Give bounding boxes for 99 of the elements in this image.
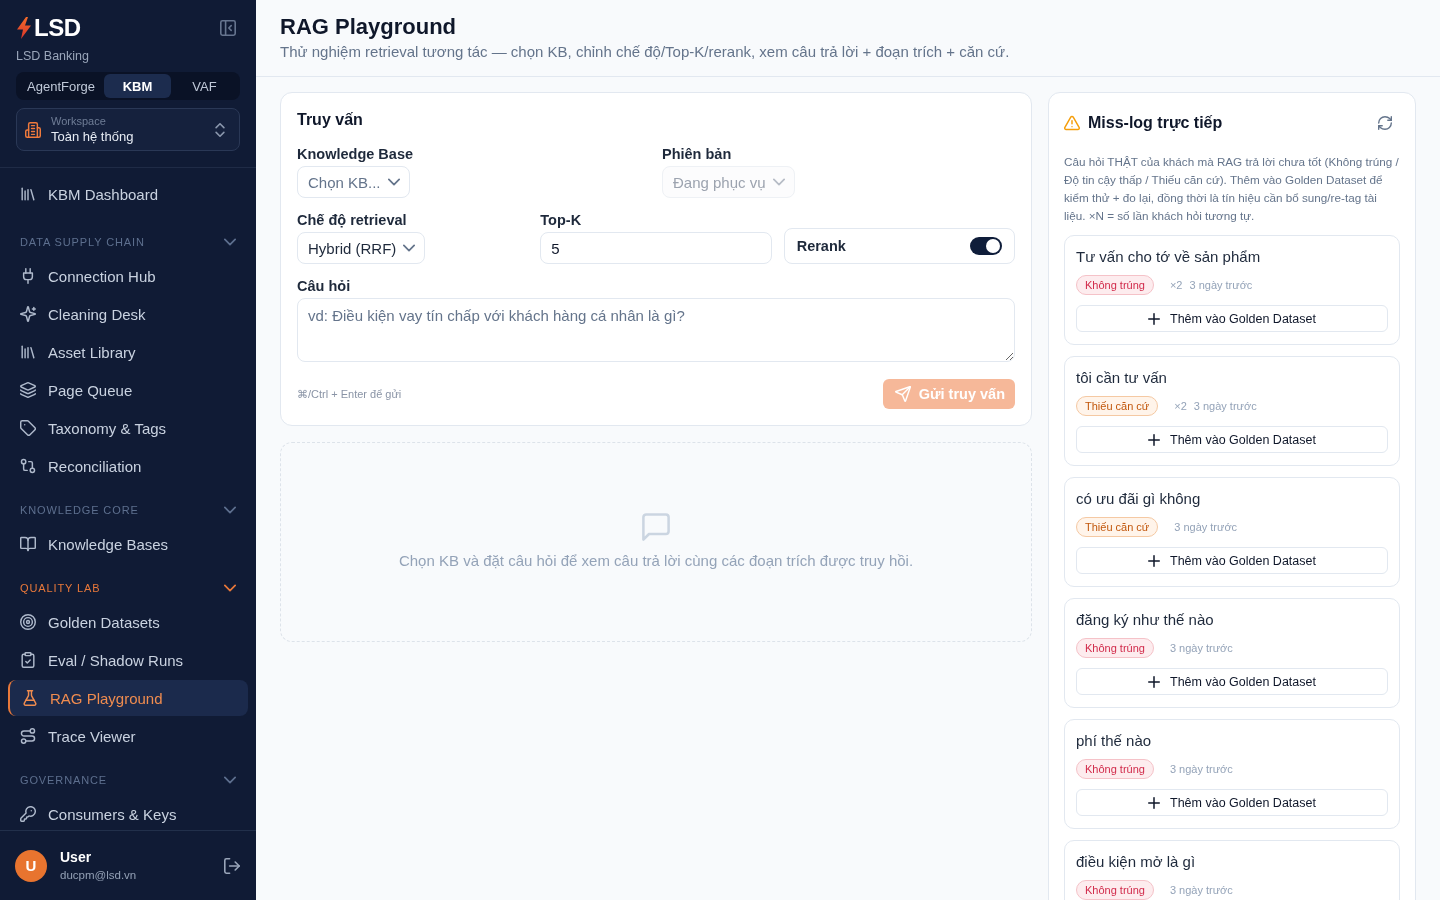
field-label: Knowledge Base xyxy=(297,145,414,164)
logo-text: LSD xyxy=(34,15,81,41)
app-tab[interactable]: AgentForge xyxy=(18,74,104,98)
refresh-button[interactable] xyxy=(1378,116,1392,130)
logout-button[interactable] xyxy=(224,857,240,874)
warning-icon xyxy=(1064,115,1080,131)
add-to-dataset-button[interactable]: Thêm vào Golden Dataset xyxy=(1076,789,1388,816)
status-badge: Thiếu căn cứ xyxy=(1076,517,1159,537)
plus-icon xyxy=(1148,554,1161,567)
building-icon xyxy=(25,121,41,138)
question-text: đăng ký như thế nào xyxy=(1076,610,1215,630)
plus-icon xyxy=(1148,675,1161,688)
plus-icon xyxy=(1148,433,1161,446)
card-title: Truy vấn xyxy=(297,110,364,130)
panel-title: Miss-log trực tiếp xyxy=(1088,114,1224,132)
nav-item[interactable]: Connection Hub xyxy=(8,258,248,294)
panel-description: Câu hỏi THẬT của khách mà RAG trả lời chưa tốt (Không trúng / Độ tin cậy thấp / Thiếu căn cứ). Thêm vào Golden Dataset để kiểm thử + đo lại, đồng thời là tín hiệu cần bổ sung/re-tag tài liệu. ×N = số lần khách hỏi tương tự. xyxy=(1064,154,1400,224)
sparkles-icon xyxy=(20,306,36,322)
plus-icon xyxy=(1148,312,1161,325)
time-ago: 3 ngày trước xyxy=(1193,400,1257,412)
question-text: phí thế nào xyxy=(1076,731,1153,751)
nav-item[interactable]: Eval / Shadow Runs xyxy=(8,642,248,678)
repeat-count: ×2 xyxy=(1174,400,1187,412)
question-text: tôi cần tư vấn xyxy=(1076,368,1168,388)
library-icon xyxy=(20,344,36,360)
field-label: Phiên bản xyxy=(662,145,732,164)
field-label: Chế độ retrieval xyxy=(297,211,407,230)
time-ago: 3 ngày trước xyxy=(1174,521,1238,533)
nav-item[interactable]: Consumers & Keys xyxy=(8,796,248,830)
key-icon xyxy=(20,806,36,822)
app-tab[interactable]: VAF xyxy=(171,74,238,98)
add-to-dataset-button[interactable]: Thêm vào Golden Dataset xyxy=(1076,305,1388,332)
target-icon xyxy=(20,614,36,630)
status-badge: Không trúng xyxy=(1076,638,1154,658)
add-to-dataset-button[interactable]: Thêm vào Golden Dataset xyxy=(1076,668,1388,695)
nav-item[interactable]: Trace Viewer xyxy=(8,718,248,754)
status-badge: Không trúng xyxy=(1076,759,1154,779)
app-tab[interactable]: KBM xyxy=(104,74,171,98)
nav-item[interactable]: Reconciliation xyxy=(8,448,248,484)
chevrons-up-down-icon xyxy=(213,122,227,137)
lightning-bolt-icon xyxy=(16,17,32,39)
rerank-toggle[interactable] xyxy=(970,237,1002,255)
question-textarea[interactable]: vd: Điều kiện vay tín chấp với khách hàng cá nhân là gì? xyxy=(297,298,1015,362)
plus-icon xyxy=(1148,796,1161,809)
question-text: điều kiện mở là gì xyxy=(1076,852,1197,872)
chevron-down-icon xyxy=(772,176,785,188)
knowledge-base-select[interactable]: Chọn KB... xyxy=(297,166,410,198)
top-k-input[interactable]: 5 xyxy=(540,232,772,264)
user-name: User xyxy=(60,848,93,866)
nav-item[interactable]: Taxonomy & Tags xyxy=(8,410,248,446)
nav-item[interactable]: Cleaning Desk xyxy=(8,296,248,332)
layers-icon xyxy=(20,382,36,398)
tag-icon xyxy=(20,420,36,436)
keyboard-hint: ⌘/Ctrl + Enter để gửi xyxy=(297,387,402,401)
empty-state-text: Chọn KB và đặt câu hỏi để xem câu trả lời cùng các đoạn trích được truy hồi. xyxy=(398,551,914,571)
status-badge: Không trúng xyxy=(1076,275,1154,295)
send-icon xyxy=(894,386,911,402)
collapse-sidebar-button[interactable] xyxy=(220,20,236,36)
time-ago: 3 ngày trước xyxy=(1189,279,1253,291)
page-title: RAG Playground xyxy=(280,13,457,41)
flask-icon xyxy=(22,690,38,706)
section-header[interactable]: QUALITY LAB xyxy=(8,578,248,598)
nav-item[interactable]: Golden Datasets xyxy=(8,604,248,640)
nav-item[interactable]: Knowledge Bases xyxy=(8,526,248,562)
time-ago: 3 ngày trước xyxy=(1169,763,1233,775)
compare-icon xyxy=(20,458,36,474)
repeat-count: ×2 xyxy=(1169,279,1183,291)
organization-name: LSD Banking xyxy=(16,48,90,64)
question-text: Tư vấn cho tớ về sản phẩm xyxy=(1076,247,1262,267)
message-icon xyxy=(641,513,671,541)
chevron-down-icon xyxy=(403,242,416,254)
nav-item[interactable]: Asset Library xyxy=(8,334,248,370)
nav-item[interactable]: Page Queue xyxy=(8,372,248,408)
add-to-dataset-button[interactable]: Thêm vào Golden Dataset xyxy=(1076,547,1388,574)
nav-item[interactable]: KBM Dashboard xyxy=(8,176,248,212)
add-to-dataset-button[interactable]: Thêm vào Golden Dataset xyxy=(1076,426,1388,453)
logout-icon xyxy=(224,857,240,874)
page-subtitle: Thử nghiệm retrieval tương tác — chọn KB, chỉnh chế độ/Top-K/rerank, xem câu trả lời + đoạn trích + căn cứ. xyxy=(280,42,1011,62)
book-icon xyxy=(20,536,36,552)
user-avatar: U xyxy=(15,849,47,882)
route-icon xyxy=(20,728,36,744)
time-ago: 3 ngày trước xyxy=(1169,642,1233,654)
nav-item[interactable]: RAG Playground xyxy=(8,680,248,716)
clipboard-check-icon xyxy=(20,652,36,668)
status-badge: Không trúng xyxy=(1076,880,1154,900)
workspace-selector[interactable]: Workspace Toàn hệ thống xyxy=(16,108,240,151)
time-ago: 3 ngày trước xyxy=(1169,884,1233,896)
user-email: ducpm@lsd.vn xyxy=(60,868,138,883)
chevron-down-icon xyxy=(387,176,400,188)
status-badge: Thiếu căn cứ xyxy=(1076,396,1159,416)
plug-icon xyxy=(20,268,36,284)
library-icon xyxy=(20,186,36,202)
refresh-icon xyxy=(1378,116,1392,130)
field-label: Câu hỏi xyxy=(297,277,352,296)
rerank-label: Rerank xyxy=(796,238,846,254)
retrieval-mode-select[interactable]: Hybrid (RRF) xyxy=(297,232,426,264)
panel-left-icon xyxy=(220,20,236,36)
question-text: có ưu đãi gì không xyxy=(1076,489,1202,509)
field-label: Top-K xyxy=(540,211,582,230)
